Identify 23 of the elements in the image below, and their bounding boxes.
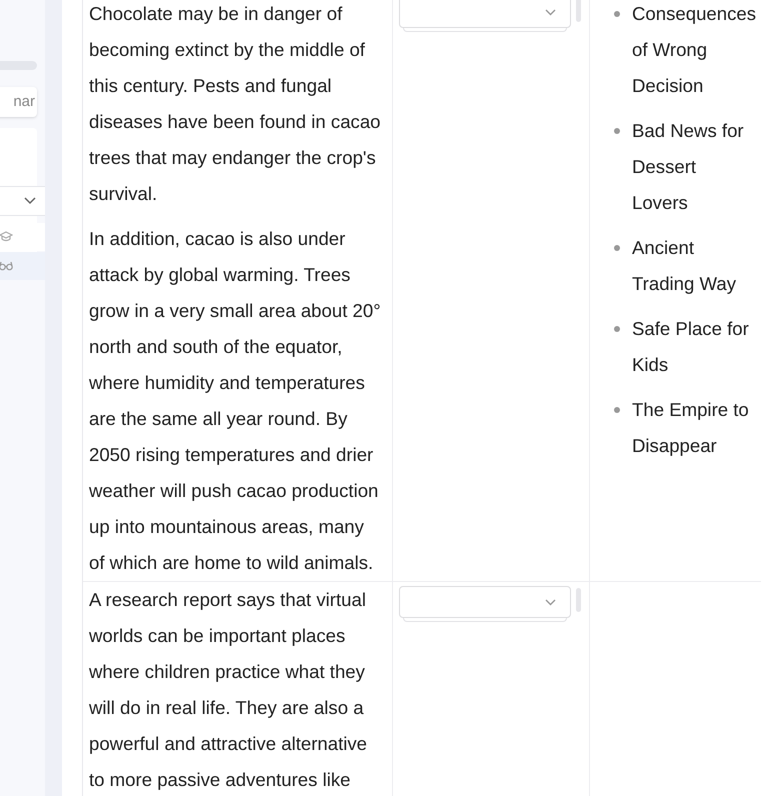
chevron-down-icon	[545, 598, 556, 606]
heading-select[interactable]	[399, 586, 571, 618]
graduation-cap-icon	[0, 231, 13, 243]
chevron-down-icon	[24, 197, 36, 205]
heading-option: Safe Place for Kids	[632, 311, 749, 383]
passage-paragraph: In addition, cacao is also under attack by global warming. Trees grow in a very small area about 20° north and south of the equator, where humidity and temperatures are the same all year round. By 2050 rising temperatures and drier weather will push cacao production up into mountainous areas, many of which are home to wild animals.	[89, 227, 381, 575]
bullet-icon	[614, 11, 620, 17]
heading-option: Consequences of Wrong Decision	[632, 0, 756, 104]
sidebar-button[interactable]: nar	[0, 87, 37, 117]
glasses-icon	[0, 261, 13, 271]
passage-paragraph: Chocolate may be in danger of becoming extinct by the middle of this century. Pests and fungal diseases have been found in cacao trees that may endanger the crop's survival.	[89, 2, 381, 206]
heading-option: Bad News for Dessert Lovers	[632, 113, 744, 221]
bullet-icon	[614, 407, 620, 413]
bullet-icon	[614, 326, 620, 332]
heading-option: Ancient Trading Way	[632, 230, 736, 302]
passage-paragraph: A research report says that virtual worlds can be important places where children practice what they will do in real life. They are also a powerful and attractive alternative to more passive adventures like	[89, 588, 368, 792]
drag-handle[interactable]	[576, 0, 581, 22]
bullet-icon	[614, 128, 620, 134]
heading-select[interactable]	[399, 0, 571, 28]
chevron-down-icon	[545, 8, 556, 16]
drag-handle[interactable]	[576, 588, 581, 612]
bullet-icon	[614, 245, 620, 251]
heading-option: The Empire to Disappear	[632, 392, 749, 464]
